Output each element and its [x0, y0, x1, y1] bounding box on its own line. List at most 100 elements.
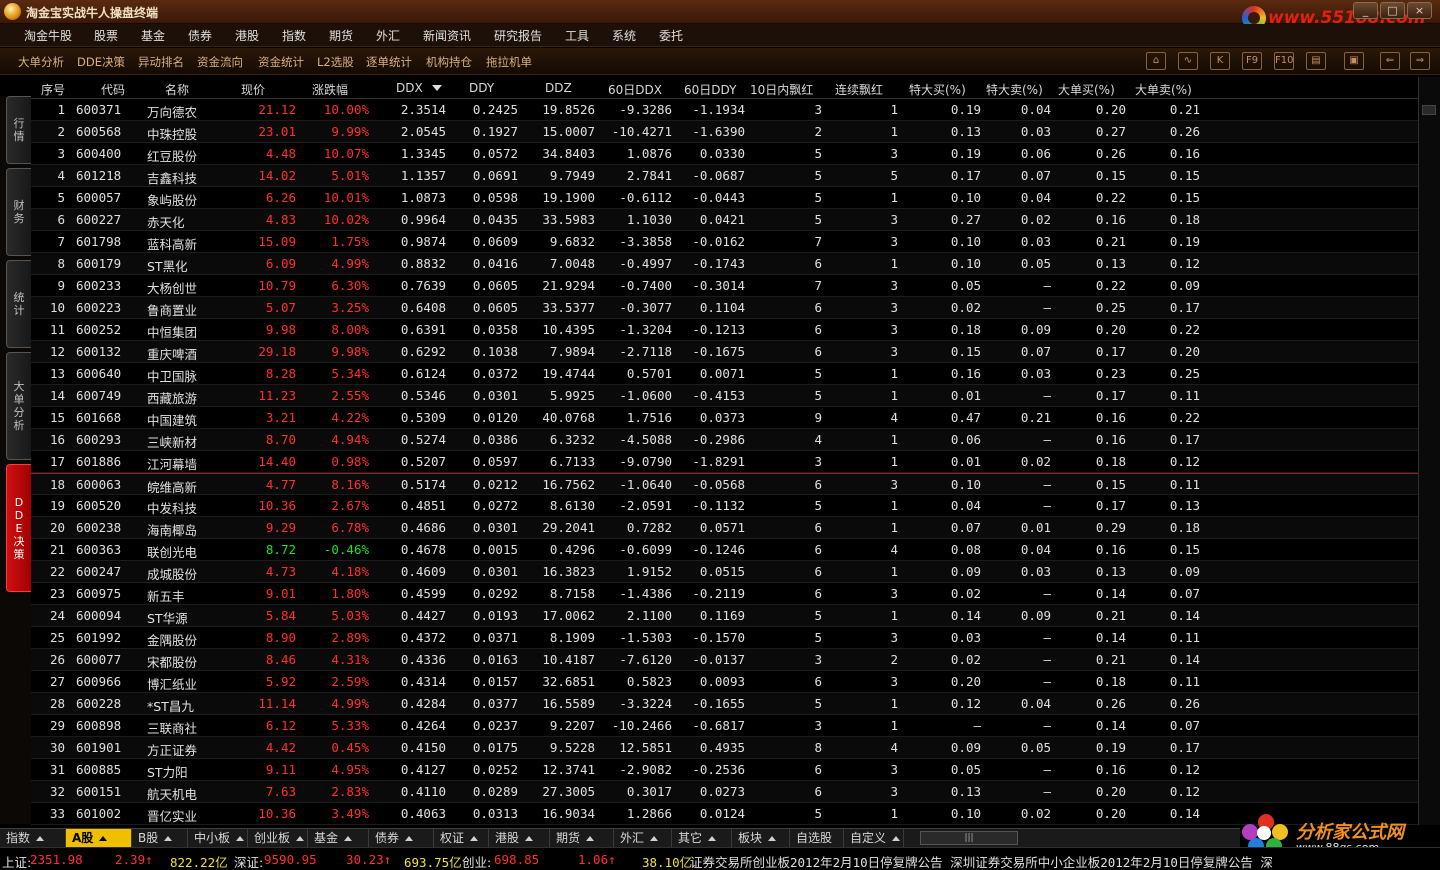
menu-item-11[interactable]: 系统	[612, 27, 636, 44]
market-tab-3[interactable]: 中小板	[188, 829, 248, 848]
market-tab-9[interactable]: 期货	[550, 829, 614, 848]
column-header-2[interactable]: 名称	[165, 81, 189, 98]
market-tab-7[interactable]: 权证	[434, 829, 489, 848]
menu-item-9[interactable]: 研究报告	[494, 27, 542, 44]
table-row[interactable]: 31 600885 ST力阳 9.11 4.95% 0.4127 0.0252 12.3741…	[31, 759, 1418, 781]
menu-item-3[interactable]: 债券	[188, 27, 212, 44]
market-tab-2[interactable]: B股	[132, 829, 188, 848]
table-row[interactable]: 32 600151 航天机电 7.63 2.83% 0.4110 0.0289 27.3005…	[31, 781, 1418, 803]
f10-icon[interactable]: F10	[1274, 52, 1294, 70]
table-row[interactable]: 22 600247 成城股份 4.73 4.18% 0.4609 0.0301 16.3823…	[31, 561, 1418, 583]
k-line-icon[interactable]: K	[1210, 52, 1230, 70]
column-header-14[interactable]: 大单买(%)	[1058, 81, 1115, 98]
toolbar-item-7[interactable]: 机构持仓	[426, 54, 472, 70]
toolbar-item-0[interactable]: 大单分析	[18, 54, 64, 70]
title-bar[interactable]: 淘金宝实战牛人操盘终端 www.55188.com _ □ ×	[0, 0, 1440, 30]
table-row[interactable]: 3 600400 红豆股份 4.48 10.07% 1.3345 0.0572 34.8403…	[31, 143, 1418, 165]
table-row[interactable]: 4 601218 吉鑫科技 14.02 5.01% 1.1357 0.0691 9.7949 2…	[31, 165, 1418, 187]
menu-item-0[interactable]: 淘金牛股	[24, 27, 72, 44]
side-tab-4[interactable]: D D E 决 策	[6, 464, 31, 592]
table-row[interactable]: 12 600132 重庆啤酒 29.18 9.98% 0.6292 0.1038 7.9894…	[31, 341, 1418, 363]
toolbar-item-1[interactable]: DDE决策	[77, 54, 125, 70]
toolbar-item-6[interactable]: 逐单统计	[366, 54, 412, 70]
market-tab-12[interactable]: 板块	[732, 829, 790, 848]
market-tab-11[interactable]: 其它	[672, 829, 732, 848]
vertical-scrollbar[interactable]	[1418, 77, 1440, 825]
table-row[interactable]: 26 600077 宋都股份 8.46 4.31% 0.4336 0.0163 10.4187…	[31, 649, 1418, 671]
column-header-6[interactable]: DDY	[469, 81, 494, 95]
close-button[interactable]: ×	[1407, 2, 1432, 19]
column-header-7[interactable]: DDZ	[545, 81, 572, 95]
layout-icon[interactable]: ▤	[1306, 52, 1326, 70]
table-row[interactable]: 5 600057 象屿股份 6.26 10.01% 1.0873 0.0598 19.1900…	[31, 187, 1418, 209]
table-row[interactable]: 13 600640 中卫国脉 8.28 5.34% 0.6124 0.0372 19.4744…	[31, 363, 1418, 385]
market-tab-5[interactable]: 基金	[308, 829, 369, 848]
market-tab-8[interactable]: 港股	[489, 829, 550, 848]
column-header-5[interactable]: DDX	[396, 81, 423, 95]
column-header-4[interactable]: 涨跌幅	[312, 81, 348, 98]
f9-icon[interactable]: F9	[1242, 52, 1262, 70]
chart-icon[interactable]: ∿	[1178, 52, 1198, 70]
forward-icon[interactable]: ⇒	[1410, 52, 1430, 70]
table-row[interactable]: 20 600238 海南椰岛 9.29 6.78% 0.4686 0.0301 29.2041…	[31, 517, 1418, 539]
column-header-15[interactable]: 大单卖(%)	[1135, 81, 1192, 98]
market-tab-10[interactable]: 外汇	[614, 829, 672, 848]
maximize-button[interactable]: □	[1380, 2, 1405, 19]
table-row[interactable]: 17 601886 江河幕墙 14.40 0.98% 0.5207 0.0597 6.7133…	[31, 451, 1418, 473]
table-row[interactable]: 27 600966 博汇纸业 5.92 2.59% 0.4314 0.0157 32.6851…	[31, 671, 1418, 693]
column-header-9[interactable]: 60日DDY	[684, 81, 736, 98]
table-row[interactable]: 15 601668 中国建筑 3.21 4.22% 0.5309 0.0120 40.0768…	[31, 407, 1418, 429]
menu-item-6[interactable]: 期货	[329, 27, 353, 44]
vertical-scroll-thumb[interactable]	[1422, 105, 1436, 115]
table-row[interactable]: 8 600179 ST黑化 6.09 4.99% 0.8832 0.0416 7.0048 -0…	[31, 253, 1418, 275]
news-ticker[interactable]: 证券交易所创业板2012年2月10日停复牌公告 深圳证券交易所中小企业板2012…	[690, 852, 1273, 870]
menu-item-1[interactable]: 股票	[94, 27, 118, 44]
table-row[interactable]: 7 601798 蓝科高新 15.09 1.75% 0.9874 0.0609 9.6832 -…	[31, 231, 1418, 253]
column-header-10[interactable]: 10日内飘红	[750, 81, 813, 98]
column-header-1[interactable]: 代码	[101, 81, 125, 98]
column-header-3[interactable]: 现价	[241, 81, 265, 98]
toolbar-item-8[interactable]: 拖拉机单	[486, 54, 532, 70]
column-header-12[interactable]: 特大买(%)	[909, 81, 966, 98]
column-header-8[interactable]: 60日DDX	[608, 81, 662, 98]
menu-item-4[interactable]: 港股	[235, 27, 259, 44]
sort-desc-icon[interactable]	[432, 85, 442, 91]
side-tab-1[interactable]: 财 务	[6, 168, 31, 256]
table-row[interactable]: 9 600233 大杨创世 10.79 6.30% 0.7639 0.0605 21.9294…	[31, 275, 1418, 297]
minimize-button[interactable]: _	[1353, 2, 1378, 19]
menu-item-12[interactable]: 委托	[659, 27, 683, 44]
market-tab-13[interactable]: 自选股	[790, 829, 844, 859]
table-row[interactable]: 28 600228 *ST昌九 11.14 4.99% 0.4284 0.0377 16.55…	[31, 693, 1418, 715]
menu-item-8[interactable]: 新闻资讯	[423, 27, 471, 44]
market-tab-4[interactable]: 创业板	[248, 829, 308, 848]
table-row[interactable]: 23 600975 新五丰 9.01 1.80% 0.4599 0.0292 8.7158 -1…	[31, 583, 1418, 605]
table-row[interactable]: 11 600252 中恒集团 9.98 8.00% 0.6391 0.0358 10.4395…	[31, 319, 1418, 341]
table-row[interactable]: 21 600363 联创光电 8.72 -0.46% 0.4678 0.0015 0.4296…	[31, 539, 1418, 561]
horizontal-scrollbar[interactable]: |||	[920, 831, 1018, 845]
toolbar-item-4[interactable]: 资金统计	[258, 54, 304, 70]
table-row[interactable]: 19 600520 中发科技 10.36 2.67% 0.4851 0.0272 8.6130…	[31, 495, 1418, 517]
menu-item-10[interactable]: 工具	[565, 27, 589, 44]
table-row[interactable]: 29 600898 三联商社 6.12 5.33% 0.4264 0.0237 9.2207 -…	[31, 715, 1418, 737]
menu-item-5[interactable]: 指数	[282, 27, 306, 44]
column-header-13[interactable]: 特大卖(%)	[986, 81, 1043, 98]
table-row[interactable]: 6 600227 赤天化 4.83 10.02% 0.9964 0.0435 33.5983 1…	[31, 209, 1418, 231]
market-tab-14[interactable]: 自定义	[844, 829, 904, 848]
table-row[interactable]: 2 600568 中珠控股 23.01 9.99% 2.0545 0.1927 15.0007…	[31, 121, 1418, 143]
column-header-11[interactable]: 连续飘红	[835, 81, 883, 98]
table-row[interactable]: 24 600094 ST华源 5.84 5.03% 0.4427 0.0193 17.0062…	[31, 605, 1418, 627]
table-row[interactable]: 33 601002 晋亿实业 10.36 3.49% 0.4063 0.0313 16.903…	[31, 803, 1418, 825]
table-row[interactable]: 30 601901 方正证券 4.42 0.45% 0.4150 0.0175 9.5228 1…	[31, 737, 1418, 759]
market-tab-0[interactable]: 指数	[0, 829, 66, 848]
window-icon[interactable]: ▣	[1344, 52, 1364, 70]
market-tab-6[interactable]: 债券	[369, 829, 434, 848]
table-row[interactable]: 14 600749 西藏旅游 11.23 2.55% 0.5346 0.0301 5.9925…	[31, 385, 1418, 407]
side-tab-0[interactable]: 行 情	[6, 96, 31, 164]
market-tab-1[interactable]: A股	[66, 829, 132, 848]
back-icon[interactable]: ⇐	[1380, 52, 1400, 70]
side-tab-2[interactable]: 统 计	[6, 260, 31, 348]
home-icon[interactable]: ⌂	[1146, 52, 1166, 70]
table-row[interactable]: 10 600223 鲁商置业 5.07 3.25% 0.6408 0.0605 33.5377…	[31, 297, 1418, 319]
table-row[interactable]: 1 600371 万向德农 21.12 10.00% 2.3514 0.2425 19.852…	[31, 99, 1418, 121]
table-row[interactable]: 18 600063 皖维高新 4.77 8.16% 0.5174 0.0212 16.7562…	[31, 473, 1418, 495]
